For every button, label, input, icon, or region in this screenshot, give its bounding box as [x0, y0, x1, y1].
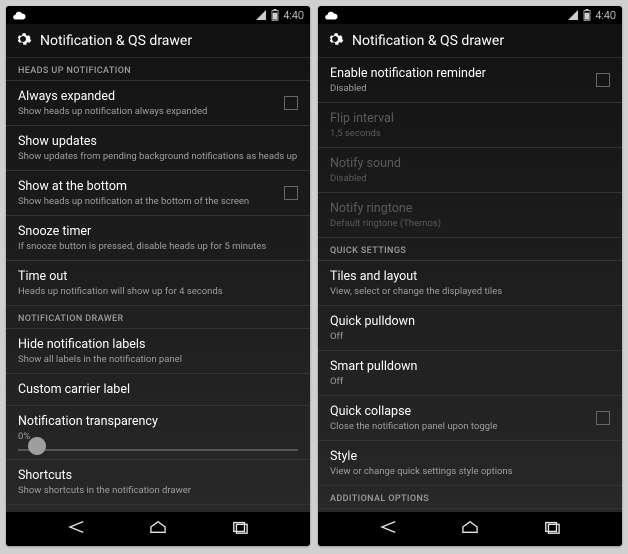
back-icon[interactable]: [66, 519, 88, 539]
pref-snooze-timer[interactable]: Snooze timer If snooze button is pressed…: [6, 216, 310, 261]
pref-sub: View or change quick settings style opti…: [330, 466, 610, 478]
section-heads-up: HEADS UP NOTIFICATION: [6, 58, 310, 81]
home-icon[interactable]: [459, 519, 481, 539]
pref-notify-sound: Notify sound Disabled: [318, 148, 622, 193]
pref-hide-labels[interactable]: Hide notification labels Show all labels…: [6, 329, 310, 374]
section-reminder: NOTIFICATION REMINDER: [6, 505, 310, 512]
signal-icon: [255, 6, 267, 25]
pref-title: Hide notification labels: [18, 337, 298, 353]
pref-sub: Off: [330, 376, 610, 388]
section-additional: ADDITIONAL OPTIONS: [318, 486, 622, 509]
pref-title: Shortcuts: [18, 468, 298, 484]
pref-sub: 1,5 seconds: [330, 128, 610, 140]
status-bar: 4:40: [318, 6, 622, 24]
signal-icon: [567, 6, 579, 25]
pref-sub: Disabled: [330, 83, 610, 95]
pref-time-out[interactable]: Time out Heads up notification will show…: [6, 261, 310, 306]
pref-title: Smart pulldown: [330, 359, 610, 375]
pref-title: Custom carrier label: [18, 382, 298, 398]
pref-sub: Off: [330, 331, 610, 343]
pref-sub: Disabled: [330, 173, 610, 185]
pref-title: Show at the bottom: [18, 179, 298, 195]
pref-title: Notify sound: [330, 156, 610, 172]
pref-title: Quick pulldown: [330, 314, 610, 330]
pref-title: Notify ringtone: [330, 201, 610, 217]
pref-title: Show updates: [18, 134, 298, 150]
page-title: Notification & QS drawer: [40, 33, 192, 49]
phone-right: 4:40 Notification & QS drawer Enable not…: [318, 6, 622, 546]
pref-transparency[interactable]: Notification transparency 0%: [6, 406, 310, 460]
battery-icon: [271, 6, 279, 25]
cloud-icon: [12, 8, 26, 27]
checkbox[interactable]: [596, 411, 610, 425]
settings-scroll[interactable]: Enable notification reminder Disabled Fl…: [318, 58, 622, 512]
pref-title: Enable notification reminder: [330, 66, 610, 82]
pref-background-style[interactable]: Background style View or change your not…: [318, 509, 622, 512]
pref-sub: View, select or change the displayed til…: [330, 286, 610, 298]
checkbox[interactable]: [284, 186, 298, 200]
pref-sub: Show all labels in the notification pane…: [18, 354, 298, 366]
pref-title: Always expanded: [18, 89, 298, 105]
pref-title: Flip interval: [330, 111, 610, 127]
pref-sub: Close the notification panel upon toggle: [330, 421, 610, 433]
section-quick-settings: QUICK SETTINGS: [318, 238, 622, 261]
pref-title: Notification transparency: [18, 414, 298, 430]
pref-smart-pulldown[interactable]: Smart pulldown Off: [318, 351, 622, 396]
pref-title: Tiles and layout: [330, 269, 610, 285]
status-clock: 4:40: [595, 9, 616, 22]
slider-track[interactable]: [18, 449, 298, 451]
pref-sub: Default ringtone (Themos): [330, 218, 610, 230]
pref-show-bottom[interactable]: Show at the bottom Show heads up notific…: [6, 171, 310, 216]
pref-tiles-layout[interactable]: Tiles and layout View, select or change …: [318, 261, 622, 306]
settings-scroll[interactable]: HEADS UP NOTIFICATION Always expanded Sh…: [6, 58, 310, 512]
pref-sub: Heads up notification will show up for 4…: [18, 286, 298, 298]
pref-shortcuts[interactable]: Shortcuts Show shortcuts in the notifica…: [6, 460, 310, 505]
nav-bar: [318, 512, 622, 546]
status-bar: 4:40: [6, 6, 310, 24]
pref-sub: If snooze button is pressed, disable hea…: [18, 241, 298, 253]
recents-icon[interactable]: [229, 519, 251, 539]
nav-bar: [6, 512, 310, 546]
gear-icon: [326, 30, 344, 52]
pref-carrier-label[interactable]: Custom carrier label: [6, 374, 310, 406]
pref-sub: Show heads up notification always expand…: [18, 106, 298, 118]
pref-notify-ringtone: Notify ringtone Default ringtone (Themos…: [318, 193, 622, 238]
gear-icon: [14, 30, 32, 52]
pref-quick-collapse[interactable]: Quick collapse Close the notification pa…: [318, 396, 622, 441]
pref-sub: Show heads up notification at the bottom…: [18, 196, 298, 208]
pref-title: Time out: [18, 269, 298, 285]
home-icon[interactable]: [147, 519, 169, 539]
status-clock: 4:40: [283, 9, 304, 22]
pref-title: Snooze timer: [18, 224, 298, 240]
pref-show-updates[interactable]: Show updates Show updates from pending b…: [6, 126, 310, 171]
pref-title: Quick collapse: [330, 404, 610, 420]
action-bar: Notification & QS drawer: [6, 24, 310, 58]
battery-icon: [583, 6, 591, 25]
pref-sub: Show shortcuts in the notification drawe…: [18, 485, 298, 497]
phone-left: 4:40 Notification & QS drawer HEADS UP N…: [6, 6, 310, 546]
pref-quick-pulldown[interactable]: Quick pulldown Off: [318, 306, 622, 351]
back-icon[interactable]: [378, 519, 400, 539]
page-title: Notification & QS drawer: [352, 33, 504, 49]
checkbox[interactable]: [284, 96, 298, 110]
pref-enable-reminder[interactable]: Enable notification reminder Disabled: [318, 58, 622, 103]
pref-style[interactable]: Style View or change quick settings styl…: [318, 441, 622, 486]
pref-always-expanded[interactable]: Always expanded Show heads up notificati…: [6, 81, 310, 126]
section-drawer: NOTIFICATION DRAWER: [6, 306, 310, 329]
pref-sub: Show updates from pending background not…: [18, 151, 298, 163]
slider-thumb[interactable]: [28, 437, 46, 455]
recents-icon[interactable]: [541, 519, 563, 539]
checkbox[interactable]: [596, 73, 610, 87]
pref-flip-interval: Flip interval 1,5 seconds: [318, 103, 622, 148]
action-bar: Notification & QS drawer: [318, 24, 622, 58]
pref-value: 0%: [18, 431, 298, 443]
pref-title: Style: [330, 449, 610, 465]
cloud-icon: [324, 8, 338, 27]
